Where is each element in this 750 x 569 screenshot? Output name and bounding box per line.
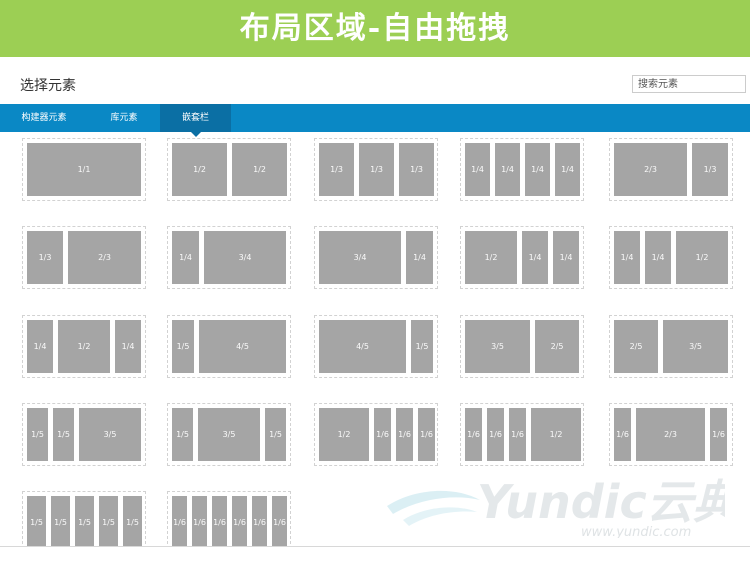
layout-option[interactable]: 1/5 1/5 3/5 (22, 403, 146, 466)
column-block: 2/5 (614, 320, 658, 373)
layout-option[interactable]: 2/3 1/3 (609, 138, 733, 201)
column-block: 1/5 (75, 496, 94, 546)
column-block: 1/4 (553, 231, 579, 284)
column-block: 1/6 (212, 496, 227, 546)
layout-option[interactable]: 1/4 3/4 (167, 226, 291, 289)
tab-library-elements[interactable]: 库元素 (88, 104, 160, 132)
column-block: 2/3 (636, 408, 705, 461)
column-block: 1/5 (172, 320, 194, 373)
column-block: 1/4 (522, 231, 548, 284)
column-block: 1/6 (172, 496, 187, 546)
tab-label: 构建器元素 (21, 113, 67, 123)
column-block: 1/4 (406, 231, 433, 284)
column-block: 1/5 (99, 496, 118, 546)
column-block: 1/3 (359, 143, 394, 196)
column-block: 1/5 (51, 496, 70, 546)
column-block: 1/2 (531, 408, 581, 461)
column-block: 1/3 (319, 143, 354, 196)
column-block: 1/4 (495, 143, 520, 196)
column-block: 1/6 (710, 408, 727, 461)
column-block: 1/6 (192, 496, 207, 546)
layout-option[interactable]: 1/6 1/6 1/6 1/2 (460, 403, 584, 466)
column-block: 1/3 (692, 143, 728, 196)
layout-option[interactable]: 1/4 1/4 1/2 (609, 226, 733, 289)
column-block: 2/5 (535, 320, 579, 373)
column-block: 1/4 (172, 231, 199, 284)
layout-option[interactable]: 3/5 2/5 (460, 315, 584, 378)
layout-option[interactable]: 1/2 1/4 1/4 (460, 226, 584, 289)
search-input[interactable] (632, 75, 746, 93)
layout-option[interactable]: 1/4 1/4 1/4 1/4 (460, 138, 584, 201)
column-block: 1/6 (252, 496, 267, 546)
tab-nested-columns[interactable]: 嵌套栏 (160, 104, 231, 137)
column-block: 3/5 (663, 320, 728, 373)
column-block: 4/5 (199, 320, 286, 373)
layout-option[interactable]: 1/3 1/3 1/3 (314, 138, 438, 201)
layout-option[interactable]: 1/5 3/5 1/5 (167, 403, 291, 466)
column-block: 1/6 (232, 496, 247, 546)
column-block: 1/5 (27, 408, 48, 461)
layout-option[interactable]: 1/4 1/2 1/4 (22, 315, 146, 378)
column-block: 1/6 (465, 408, 482, 461)
column-block: 4/5 (319, 320, 406, 373)
column-block: 1/6 (509, 408, 526, 461)
column-block: 1/1 (27, 143, 141, 196)
column-block: 1/4 (614, 231, 640, 284)
column-block: 1/5 (172, 408, 193, 461)
layout-option[interactable]: 1/1 (22, 138, 146, 201)
column-block: 1/6 (272, 496, 287, 546)
column-block: 1/2 (465, 231, 517, 284)
column-block: 1/6 (396, 408, 413, 461)
column-block: 1/4 (115, 320, 141, 373)
column-block: 1/6 (418, 408, 435, 461)
layout-option[interactable]: 2/5 3/5 (609, 315, 733, 378)
layout-option[interactable]: 4/5 1/5 (314, 315, 438, 378)
column-block: 2/3 (614, 143, 687, 196)
layout-option[interactable]: 1/6 1/6 1/6 1/6 1/6 1/6 (167, 491, 291, 546)
column-block: 1/6 (614, 408, 631, 461)
layout-option[interactable]: 1/2 1/2 (167, 138, 291, 201)
column-block: 1/2 (58, 320, 110, 373)
column-block: 1/2 (232, 143, 287, 196)
column-block: 1/2 (172, 143, 227, 196)
layout-option[interactable]: 3/4 1/4 (314, 226, 438, 289)
layout-option[interactable]: 1/2 1/6 1/6 1/6 (314, 403, 438, 466)
column-block: 1/4 (465, 143, 490, 196)
column-block: 1/2 (319, 408, 369, 461)
column-block: 3/5 (79, 408, 141, 461)
layout-option[interactable]: 1/3 2/3 (22, 226, 146, 289)
column-block: 1/3 (399, 143, 434, 196)
column-block: 1/4 (27, 320, 53, 373)
column-block: 1/5 (53, 408, 74, 461)
column-block: 3/5 (198, 408, 260, 461)
column-block: 1/5 (411, 320, 433, 373)
layout-grid: 1/1 1/2 1/2 1/3 1/3 1/3 1/4 1/4 1/4 1/4 2/3 1/3 1/3 2… (0, 132, 750, 546)
column-block: 1/5 (123, 496, 142, 546)
column-block: 1/6 (374, 408, 391, 461)
banner-title: 布局区域-自由拖拽 (239, 11, 511, 46)
column-block: 1/4 (555, 143, 580, 196)
column-block: 3/4 (319, 231, 401, 284)
divider (0, 546, 750, 547)
column-block: 1/3 (27, 231, 63, 284)
tab-builder-elements[interactable]: 构建器元素 (0, 104, 88, 132)
column-block: 1/5 (27, 496, 46, 546)
panel-title: 选择元素 (20, 78, 76, 94)
page-banner: 布局区域-自由拖拽 (0, 0, 750, 57)
tab-bar: 构建器元素 库元素 嵌套栏 (0, 104, 750, 137)
column-block: 3/4 (204, 231, 286, 284)
column-block: 1/5 (265, 408, 286, 461)
column-block: 1/6 (487, 408, 504, 461)
column-block: 1/4 (525, 143, 550, 196)
column-block: 1/2 (676, 231, 728, 284)
layout-option[interactable]: 1/5 4/5 (167, 315, 291, 378)
tab-label: 库元素 (110, 113, 138, 123)
layout-option[interactable]: 1/5 1/5 1/5 1/5 1/5 (22, 491, 146, 546)
column-block: 3/5 (465, 320, 530, 373)
column-block: 2/3 (68, 231, 141, 284)
tab-label: 嵌套栏 (181, 113, 209, 123)
layout-option[interactable]: 1/6 2/3 1/6 (609, 403, 733, 466)
column-block: 1/4 (645, 231, 671, 284)
